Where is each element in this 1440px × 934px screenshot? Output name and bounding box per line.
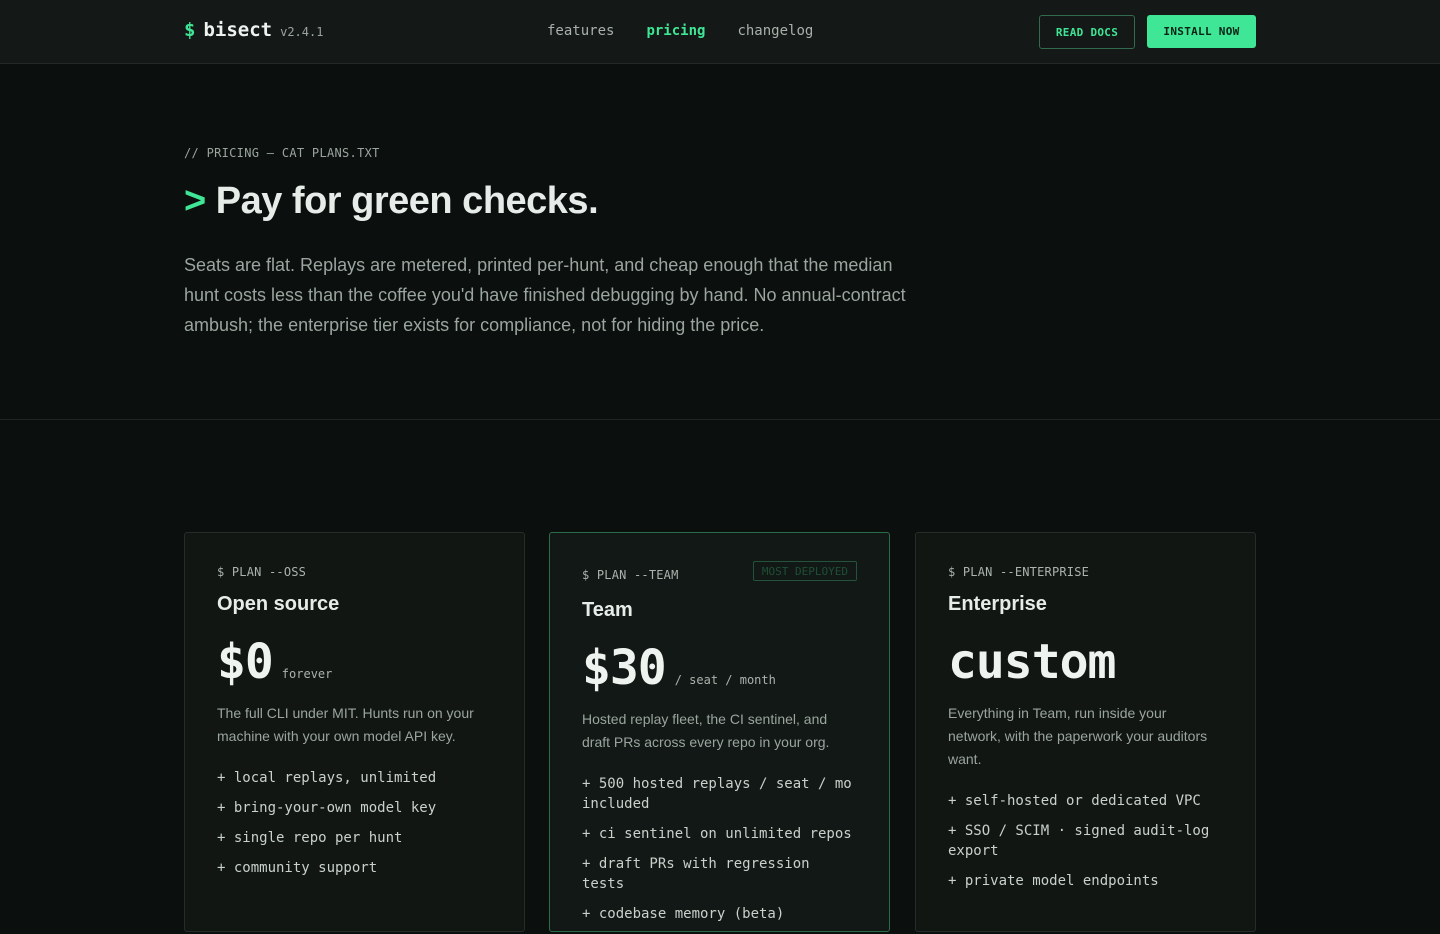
read-docs-button[interactable]: READ DOCS <box>1039 15 1135 49</box>
plan-description: The full CLI under MIT. Hunts run on you… <box>217 705 474 744</box>
brand-logo[interactable]: $ bisect v2.4.1 <box>184 19 323 41</box>
plan-name: Enterprise <box>948 593 1047 615</box>
prompt-chevron: > <box>184 180 206 222</box>
price-unit: forever <box>281 667 333 681</box>
brand-prompt-symbol: $ <box>184 19 196 41</box>
plan-feature: + SSO / SCIM · signed audit-log export <box>948 823 1210 859</box>
plan-feature-list: + local replays, unlimited + bring-your-… <box>217 768 492 878</box>
most-deployed-badge: MOST DEPLOYED <box>752 561 857 581</box>
plan-feature: + draft PRs with regression tests <box>582 856 810 892</box>
plan-feature: + codebase memory (beta) <box>582 906 785 922</box>
plan-card-enterprise: $ PLAN --ENTERPRISE Enterprise custom Ev… <box>915 532 1256 932</box>
plan-feature: + ci sentinel on unlimited repos <box>582 826 852 842</box>
plan-feature: + private model endpoints <box>948 873 1159 889</box>
plan-command: $ PLAN --ENTERPRISE <box>948 565 1090 579</box>
plan-price: $30 <box>582 640 667 696</box>
nav-link-features[interactable]: features <box>547 23 614 39</box>
plan-feature: + self-hosted or dedicated VPC <box>948 793 1201 809</box>
price-row: $0 forever <box>217 634 492 690</box>
page-title-text: Pay for green checks. <box>215 180 599 222</box>
plan-card-oss: $ PLAN --OSS Open source $0 forever The … <box>184 532 525 932</box>
plan-feature: + local replays, unlimited <box>217 770 437 786</box>
plan-name: Team <box>582 599 633 621</box>
plan-feature-list: + 500 hosted replays / seat / mo include… <box>582 774 857 924</box>
price-row: custom <box>948 634 1223 690</box>
plan-feature-list: + self-hosted or dedicated VPC + SSO / S… <box>948 791 1223 891</box>
plan-card-team: $ PLAN --TEAM MOST DEPLOYED Team $30 / s… <box>549 532 890 932</box>
section-breadcrumb: // PRICING — CAT PLANS.TXT <box>184 146 380 160</box>
install-now-button[interactable]: INSTALL NOW <box>1147 15 1256 48</box>
plan-command: $ PLAN --OSS <box>217 565 307 579</box>
plan-feature: + bring-your-own model key <box>217 800 437 816</box>
page-title: > Pay for green checks. <box>184 180 599 223</box>
price-unit: / seat / month <box>674 673 776 687</box>
plan-description: Hosted replay fleet, the CI sentinel, an… <box>582 711 830 750</box>
plan-name: Open source <box>217 593 340 615</box>
plan-feature: + single repo per hunt <box>217 830 403 846</box>
version-label: v2.4.1 <box>280 25 324 39</box>
top-nav-bar: $ bisect v2.4.1 features pricing changel… <box>0 0 1440 64</box>
plan-feature: + 500 hosted replays / seat / mo include… <box>582 776 852 812</box>
price-row: $30 / seat / month <box>582 640 857 696</box>
brand-name: bisect <box>203 19 273 41</box>
nav-link-pricing[interactable]: pricing <box>646 23 705 39</box>
plan-description: Everything in Team, run inside your netw… <box>948 705 1208 767</box>
plan-price: $0 <box>217 634 274 690</box>
page-intro: Seats are flat. Replays are metered, pri… <box>184 255 906 335</box>
nav-link-changelog[interactable]: changelog <box>737 23 813 39</box>
main-nav: features pricing changelog <box>547 23 813 39</box>
plan-price: custom <box>948 634 1116 690</box>
plan-feature: + community support <box>217 860 378 876</box>
plan-header-row: $ PLAN --TEAM MOST DEPLOYED <box>582 561 857 582</box>
section-divider <box>0 419 1440 420</box>
